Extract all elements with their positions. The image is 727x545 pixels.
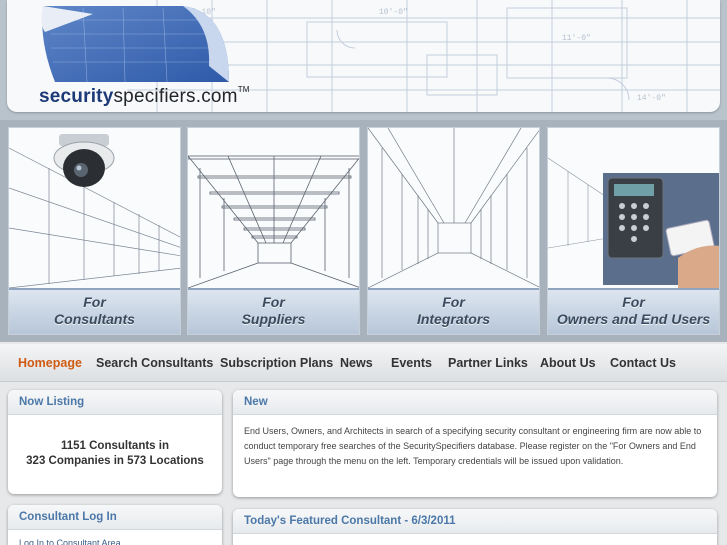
tile-caption: For Owners and End Users — [548, 288, 719, 334]
consultant-count: 1151 Consultants in — [60, 440, 169, 452]
nav-news[interactable]: News — [340, 356, 373, 370]
tile-for-suppliers[interactable]: For Suppliers — [187, 127, 360, 335]
nav-homepage[interactable]: Homepage — [18, 356, 82, 370]
access-control-illustration — [548, 157, 719, 288]
tile-for-consultants[interactable]: For Consultants — [8, 127, 181, 335]
tile-caption: For Suppliers — [188, 288, 359, 334]
logo-trademark: TM — [237, 84, 250, 94]
audience-banner: For Consultants For Suppliers For Integr… — [0, 120, 727, 342]
nav-about-us[interactable]: About Us — [540, 356, 596, 370]
warehouse-illustration — [188, 155, 359, 288]
consultant-login-box: Consultant Log In Log In to Consultant A… — [8, 505, 222, 545]
blueprint-sheet-icon — [41, 6, 230, 83]
tile-caption: For Integrators — [368, 288, 539, 334]
site-header: 7'-10"10'-0" 11'-0"14'-0" securityspecif… — [0, 0, 727, 120]
news-box: New End Users, Owners, and Architects in… — [233, 390, 717, 497]
featured-consultant-title: Today's Featured Consultant - 6/3/2011 — [233, 509, 717, 534]
news-title: New — [233, 390, 717, 415]
tile-for-owners-end-users[interactable]: For Owners and End Users — [547, 127, 720, 335]
hallway-illustration — [368, 128, 539, 288]
news-text: End Users, Owners, and Architects in sea… — [244, 426, 702, 466]
consultant-login-title: Consultant Log In — [8, 505, 222, 530]
logo-text-specifiers: specifiers.com — [113, 86, 238, 107]
tile-for-integrators[interactable]: For Integrators — [367, 127, 540, 335]
featured-consultant-box: Today's Featured Consultant - 6/3/2011 — [233, 509, 717, 545]
now-listing-stats: 1151 Consultants in 323 Companies in 573… — [8, 415, 222, 469]
tile-caption-line1: For — [622, 294, 645, 310]
tile-caption-line1: For — [442, 294, 465, 310]
header-panel: 7'-10"10'-0" 11'-0"14'-0" securityspecif… — [7, 0, 720, 112]
security-camera-icon — [53, 134, 115, 187]
svg-text:14'-0": 14'-0" — [637, 94, 666, 103]
nav-search-consultants[interactable]: Search Consultants — [96, 356, 213, 370]
svg-text:11'-0": 11'-0" — [562, 34, 591, 43]
tile-caption-line2: Integrators — [416, 311, 491, 327]
corridor-illustration — [9, 134, 180, 288]
site-logo[interactable]: securityspecifiers.comTM — [39, 84, 250, 108]
main-navigation: Homepage Search Consultants Subscription… — [0, 344, 727, 382]
keypad-reader-icon — [607, 177, 664, 259]
company-location-count: 323 Companies in 573 Locations — [26, 455, 204, 467]
now-listing-box: Now Listing 1151 Consultants in 323 Comp… — [8, 390, 222, 494]
tile-caption: For Consultants — [9, 288, 180, 334]
tile-caption-line1: For — [83, 294, 106, 310]
nav-contact-us[interactable]: Contact Us — [610, 356, 676, 370]
nav-subscription-plans[interactable]: Subscription Plans — [220, 356, 333, 370]
nav-events[interactable]: Events — [391, 356, 432, 370]
consultant-login-link[interactable]: Log In to Consultant Area — [8, 530, 222, 545]
tile-caption-line2: Consultants — [54, 311, 135, 327]
tile-caption-line2: Suppliers — [241, 311, 306, 327]
svg-text:10'-0": 10'-0" — [379, 8, 408, 17]
nav-partner-links[interactable]: Partner Links — [448, 356, 528, 370]
now-listing-title: Now Listing — [8, 390, 222, 415]
logo-text-security: security — [39, 86, 114, 107]
tile-caption-line1: For — [262, 294, 285, 310]
tile-caption-line2: Owners and End Users — [556, 311, 711, 327]
